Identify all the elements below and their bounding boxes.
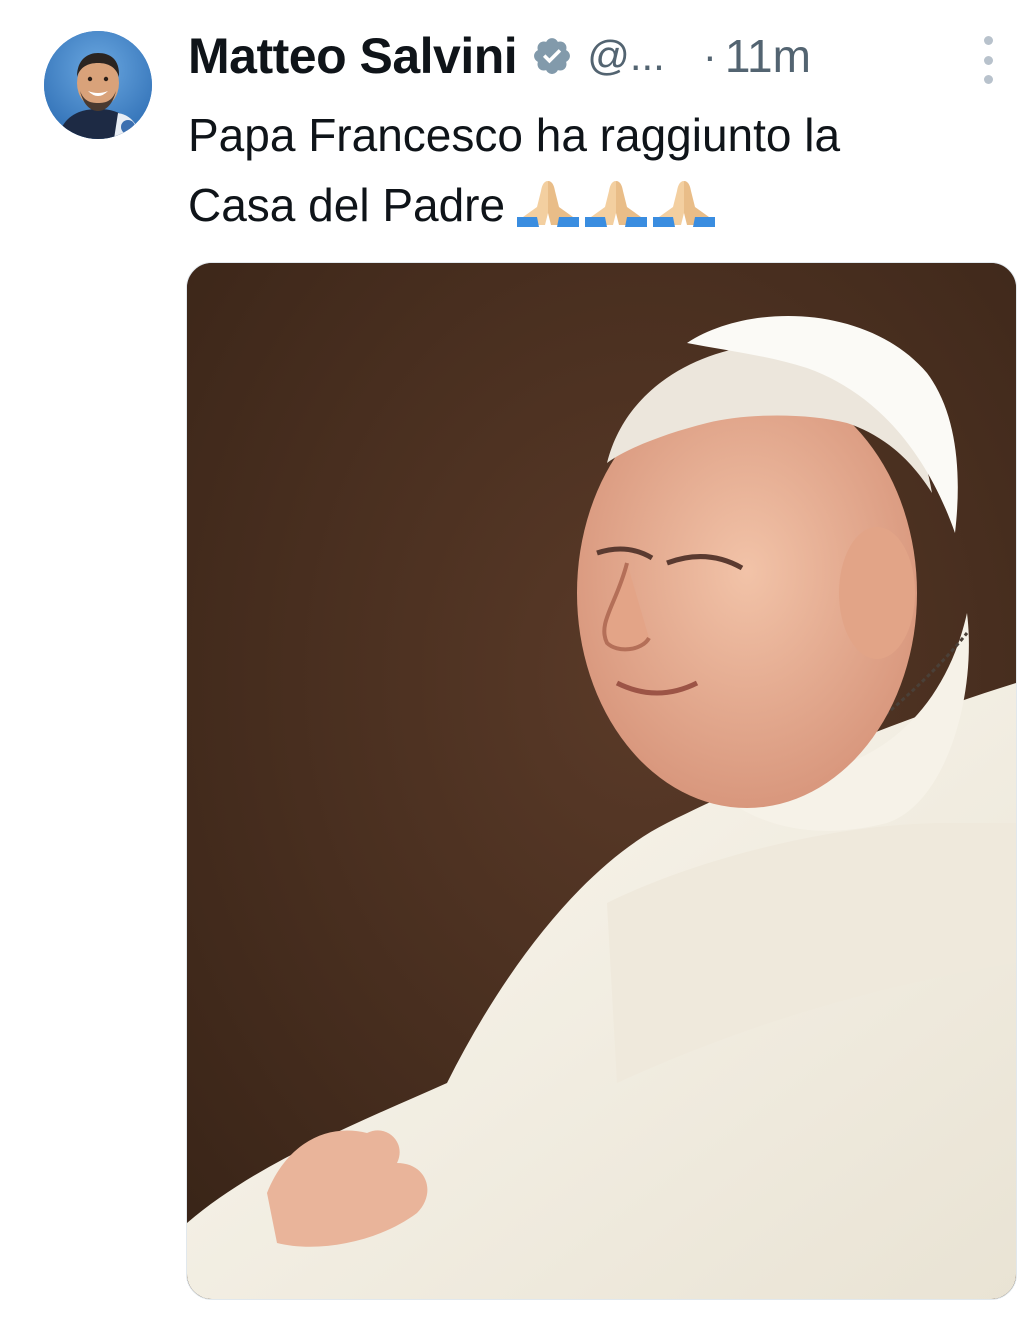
tweet-photo[interactable] — [186, 262, 1017, 1300]
more-dot — [983, 75, 993, 84]
more-dot — [983, 55, 993, 65]
tweet-text-line-2-wrap: Casa del Padre — [188, 170, 1018, 240]
tweet-text-line-2: Casa del Padre — [188, 179, 506, 231]
avatar[interactable] — [44, 31, 152, 139]
tweet-header: Matteo Salvini @... · 11m — [188, 26, 811, 86]
tweet[interactable]: Matteo Salvini @... · 11m Papa Francesco… — [0, 0, 1032, 1321]
verified-badge-icon[interactable] — [531, 35, 573, 77]
timestamp[interactable]: 11m — [725, 29, 811, 83]
folded-hands-emoji-group — [515, 177, 719, 227]
author-handle[interactable]: @... — [587, 32, 665, 80]
folded-hands-icon — [653, 181, 716, 227]
separator-dot: · — [702, 32, 717, 79]
more-options-icon[interactable] — [978, 36, 998, 84]
folded-hands-icon — [585, 181, 648, 227]
more-dot — [983, 36, 993, 45]
folded-hands-icon — [517, 181, 580, 227]
tweet-text: Papa Francesco ha raggiunto la Casa del … — [188, 100, 1018, 240]
author-name[interactable]: Matteo Salvini — [188, 27, 518, 85]
tweet-text-line-1: Papa Francesco ha raggiunto la — [188, 109, 841, 161]
